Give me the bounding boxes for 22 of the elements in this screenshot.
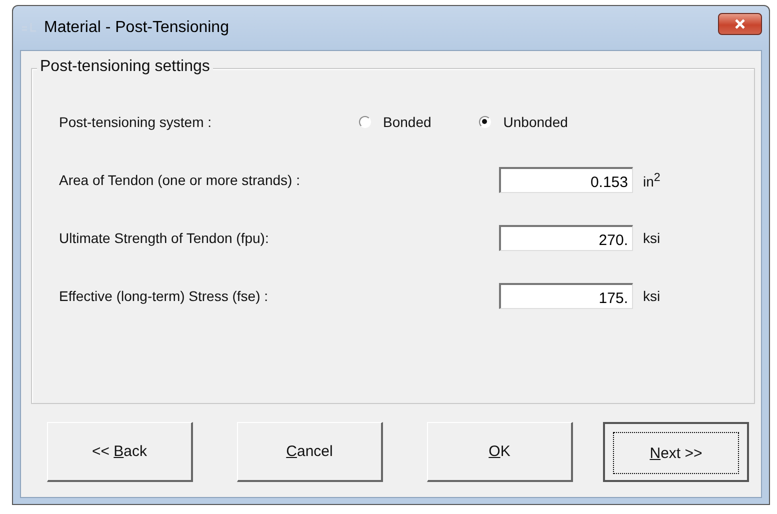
field-label: Post-tensioning system : xyxy=(59,114,213,130)
field-label: Effective (long-term) Stress (fse) : xyxy=(59,288,270,304)
group-title: Post-tensioning settings xyxy=(37,58,213,76)
input-field[interactable]: 270. xyxy=(499,225,633,251)
unit-label: ksi xyxy=(643,230,660,246)
input-field[interactable]: 0.153 xyxy=(499,167,633,193)
radio-label: Bonded xyxy=(383,114,432,130)
radio-button[interactable] xyxy=(359,116,371,128)
radio-button[interactable] xyxy=(479,116,492,128)
dialog-button[interactable]: Cancel xyxy=(237,422,383,482)
unit-label: in$^{2}$ xyxy=(643,170,660,190)
field-label: Area of Tendon (one or more strands) : xyxy=(59,172,301,188)
field-label: Ultimate Strength of Tendon (fpu): xyxy=(59,230,270,246)
dialog-button[interactable]: Next >> xyxy=(603,422,749,482)
dialog-button[interactable]: OK xyxy=(427,422,573,482)
close-button[interactable] xyxy=(718,13,762,35)
dialog-button[interactable]: << Back xyxy=(47,422,193,482)
unit-label: ksi xyxy=(643,288,660,304)
input-field[interactable]: 175. xyxy=(499,283,633,309)
window-title: Material - Post-Tensioning xyxy=(44,19,230,37)
radio-label: Unbonded xyxy=(503,114,568,130)
close-icon xyxy=(733,18,747,30)
